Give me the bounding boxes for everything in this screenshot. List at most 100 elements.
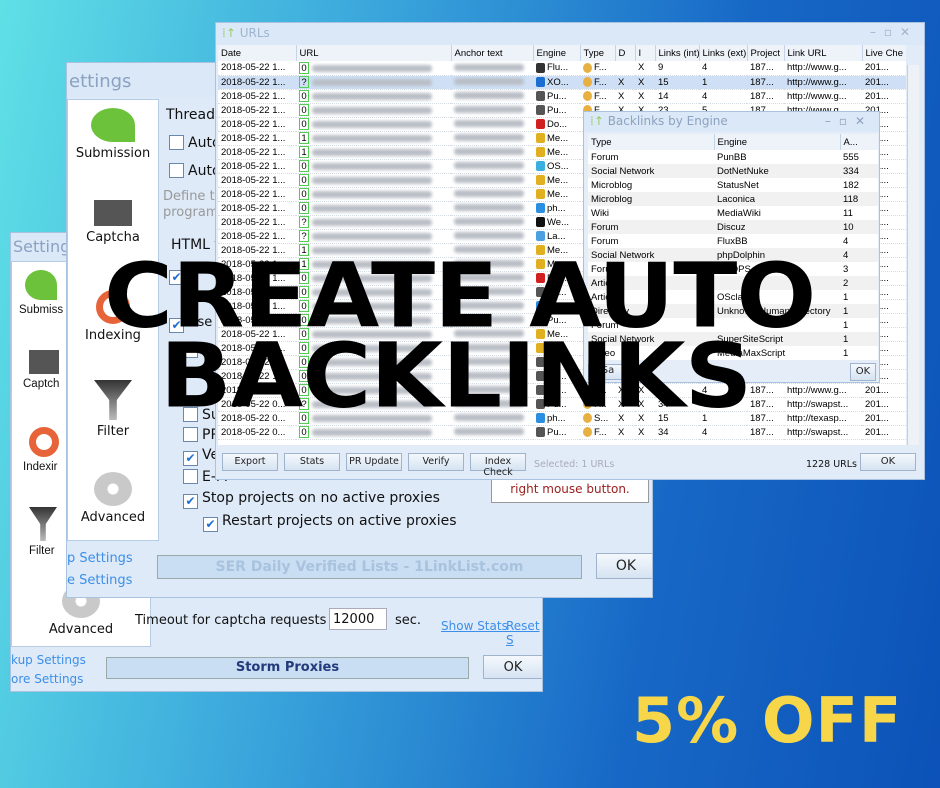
url-cell: ? xyxy=(296,75,451,90)
column-header[interactable]: Anchor text xyxy=(451,45,534,61)
define-text: Define th xyxy=(163,189,223,204)
window-controls[interactable]: –▫✕ xyxy=(870,25,918,39)
button-pr-update[interactable]: PR Update xyxy=(346,453,402,471)
table-row[interactable]: Forum Discuz 10 xyxy=(588,220,878,234)
sidebar-item-submission[interactable]: Submission xyxy=(68,108,158,161)
button-verify[interactable]: Verify xyxy=(408,453,464,471)
anchor-cell xyxy=(451,117,533,132)
table-row[interactable]: 2018-05-22 1... 0 Pu... F... X X 14 4 187... htt… xyxy=(218,89,906,104)
anchor-cell xyxy=(451,159,533,174)
ok-button[interactable]: OK xyxy=(483,655,542,679)
cell: 1 xyxy=(840,318,878,332)
column-header[interactable]: Engine xyxy=(533,45,581,61)
verify-checkbox[interactable]: ✔ Ve xyxy=(183,447,219,466)
headline-line-2: BACKLINKS xyxy=(160,324,752,429)
type-name: F... xyxy=(594,62,607,74)
url-cell: 1 xyxy=(296,145,451,160)
table-row[interactable]: 2018-05-22 1...? XO... F... X X 15 1 187... htt… xyxy=(218,75,906,90)
sidebar-item-submission[interactable]: Submiss xyxy=(19,270,63,316)
sidebar-item-captcha[interactable]: Captch xyxy=(23,350,59,390)
engine-cell: Me... xyxy=(533,145,580,160)
table-row[interactable]: Microblog StatusNet 182 xyxy=(588,178,878,192)
sidebar-item-filter[interactable]: Filter xyxy=(29,507,57,557)
cell: 334 xyxy=(840,164,878,178)
url-cell: 0 xyxy=(296,89,451,104)
cell: 11 xyxy=(840,206,878,220)
column-header[interactable]: Type xyxy=(588,134,715,150)
sidebar-item-captcha[interactable]: Captcha xyxy=(68,200,158,245)
column-header[interactable]: Type xyxy=(580,45,616,61)
storm-proxies-banner[interactable]: Storm Proxies xyxy=(106,657,469,679)
cell: 1 xyxy=(840,304,878,318)
status-badge: 0 xyxy=(299,118,309,130)
cell: X xyxy=(615,89,635,104)
cell: 187... xyxy=(747,411,784,426)
engine-cell: OS... xyxy=(533,159,580,174)
button-export[interactable]: Export xyxy=(222,453,278,471)
date-cell: 2018-05-22 1... xyxy=(218,215,296,230)
cell: MediaWiki xyxy=(714,206,840,220)
column-header[interactable]: D xyxy=(615,45,636,61)
timeout-unit: sec. xyxy=(395,613,422,628)
ser-lists-banner[interactable]: SER Daily Verified Lists - 1LinkList.com xyxy=(157,555,582,579)
cell: Forum xyxy=(588,150,714,164)
cell: StatusNet xyxy=(714,178,840,192)
column-header[interactable]: Links (int) xyxy=(655,45,700,61)
column-header[interactable]: Live Che xyxy=(862,45,906,61)
column-header[interactable]: A... xyxy=(840,134,878,150)
restore-settings-link[interactable]: ore Settings xyxy=(11,672,83,686)
blurred-anchor xyxy=(454,428,524,436)
scrollbar[interactable] xyxy=(907,65,919,445)
status-badge: ? xyxy=(299,230,309,242)
backup-settings-link[interactable]: kup Settings xyxy=(11,653,86,667)
button-stats[interactable]: Stats xyxy=(284,453,340,471)
stop-projects-checkbox[interactable]: ✔ Stop projects on no active proxies xyxy=(183,490,440,509)
sidebar-item-advanced[interactable]: Advanced xyxy=(68,472,158,525)
table-row[interactable]: Forum PunBB 555 xyxy=(588,150,878,164)
column-header[interactable]: I xyxy=(635,45,656,61)
window-controls[interactable]: –▫✕ xyxy=(825,114,873,128)
url-cell: 0 xyxy=(296,187,451,202)
column-header[interactable]: Date xyxy=(218,45,297,61)
table-row[interactable]: Wiki MediaWiki 11 xyxy=(588,206,878,220)
status-badge: 0 xyxy=(299,104,309,116)
sidebar-item-indexing[interactable]: Indexir xyxy=(23,427,59,473)
anchor-cell xyxy=(451,75,533,90)
url-cell: 0 xyxy=(296,61,451,76)
date-cell: 2018-05-22 1... xyxy=(218,103,296,118)
lifebuoy-icon xyxy=(29,427,59,457)
cell: 187... xyxy=(747,89,784,104)
reset-link[interactable]: Reset S xyxy=(506,619,542,647)
ok-button[interactable]: OK xyxy=(860,453,916,471)
engine-cell: Flu... xyxy=(533,61,580,76)
cell: 4 xyxy=(840,234,878,248)
blurred-anchor xyxy=(454,120,524,128)
column-header[interactable]: URL xyxy=(296,45,452,61)
column-header[interactable]: Links (ext) xyxy=(699,45,748,61)
engine-name: Me... xyxy=(547,188,569,200)
restart-projects-checkbox[interactable]: ✔ Restart projects on active proxies xyxy=(203,513,457,532)
ok-button[interactable]: OK xyxy=(596,553,652,579)
blurred-anchor xyxy=(454,162,524,170)
date-cell: 2018-05-22 1... xyxy=(218,75,296,90)
cell: http://www.g... xyxy=(784,75,862,90)
ok-button[interactable]: OK xyxy=(850,363,876,381)
column-header[interactable]: Link URL xyxy=(784,45,863,61)
column-header[interactable]: Engine xyxy=(714,134,841,150)
restore-settings-link[interactable]: e Settings xyxy=(67,573,132,588)
backup-settings-link[interactable]: p Settings xyxy=(67,551,133,566)
label: Advanced xyxy=(80,510,146,525)
column-header[interactable]: Project xyxy=(747,45,785,61)
cell: X xyxy=(635,61,655,76)
cell: Microblog xyxy=(588,192,714,206)
button-index-check[interactable]: Index Check xyxy=(470,453,526,478)
table-row[interactable]: Social Network DotNetNuke 334 xyxy=(588,164,878,178)
show-stats-link[interactable]: Show Stats xyxy=(441,619,508,633)
engine-icon xyxy=(536,174,545,185)
table-row[interactable]: Microblog Laconica 118 xyxy=(588,192,878,206)
table-row[interactable]: 2018-05-22 1... 0 Flu... F... X 9 4 187... http… xyxy=(218,61,906,76)
anchor-cell xyxy=(451,215,533,230)
cell: http://www.g... xyxy=(784,61,862,76)
timeout-input[interactable]: 12000 xyxy=(329,608,387,630)
sidebar-item-filter[interactable]: Filter xyxy=(68,380,158,439)
